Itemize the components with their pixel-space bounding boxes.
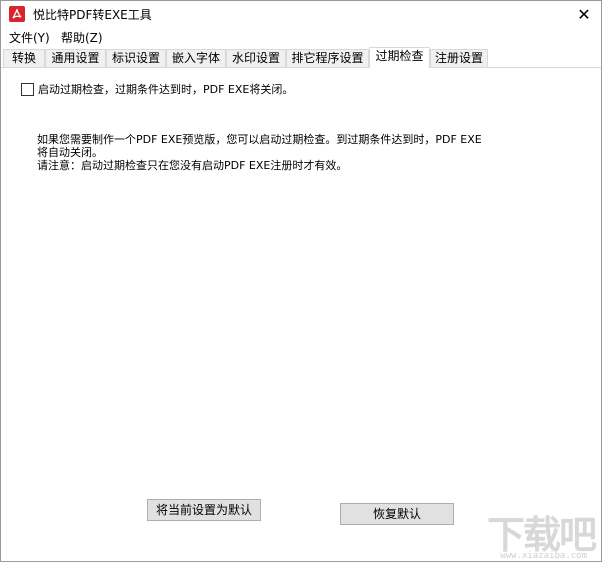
tab-embed-fonts[interactable]: 嵌入字体 xyxy=(166,49,226,67)
window-title: 悦比特PDF转EXE工具 xyxy=(33,8,152,22)
menu-file[interactable]: 文件(Y) xyxy=(9,29,50,46)
tab-identity-settings[interactable]: 标识设置 xyxy=(106,49,166,67)
set-as-default-button[interactable]: 将当前设置为默认 xyxy=(147,499,261,521)
tab-convert[interactable]: 转换 xyxy=(3,49,45,67)
expiry-check-panel: 启动过期检查，过期条件达到时，PDF EXE将关闭。 如果您需要制作一个PDF … xyxy=(1,68,601,561)
expiry-checkbox[interactable] xyxy=(21,82,34,96)
info-paragraph: 如果您需要制作一个PDF EXE预览版，您可以启动过期检查。到过期条件达到时，P… xyxy=(37,133,482,159)
expiry-checkbox-label: 启动过期检查，过期条件达到时，PDF EXE将关闭。 xyxy=(38,83,294,96)
close-icon: ✕ xyxy=(577,4,591,24)
menu-help[interactable]: 帮助(Z) xyxy=(61,29,103,46)
tab-exclusive-program-settings[interactable]: 排它程序设置 xyxy=(286,49,369,67)
info-note: 请注意：启动过期检查只在您没有启动PDF EXE注册时才有效。 xyxy=(37,159,348,172)
tab-registration-settings[interactable]: 注册设置 xyxy=(430,49,488,67)
expiry-check-option[interactable]: 启动过期检查，过期条件达到时，PDF EXE将关闭。 xyxy=(21,81,293,97)
site-watermark-url: www.xiazaiba.com xyxy=(500,551,587,561)
tab-expiry-check[interactable]: 过期检查 xyxy=(369,47,430,68)
menu-bar: 文件(Y) 帮助(Z) xyxy=(1,27,601,47)
title-bar: 悦比特PDF转EXE工具 ✕ xyxy=(1,1,601,27)
tab-general-settings[interactable]: 通用设置 xyxy=(45,49,106,67)
pdf-app-icon xyxy=(9,6,25,22)
app-window: 悦比特PDF转EXE工具 ✕ 文件(Y) 帮助(Z) 转换 通用设置 标识设置 … xyxy=(0,0,602,562)
tab-strip: 转换 通用设置 标识设置 嵌入字体 水印设置 排它程序设置 过期检查 注册设置 xyxy=(1,47,601,68)
restore-default-button[interactable]: 恢复默认 xyxy=(340,503,454,525)
tab-watermark-settings[interactable]: 水印设置 xyxy=(226,49,286,67)
expiry-info-text: 如果您需要制作一个PDF EXE预览版，您可以启动过期检查。到过期条件达到时，P… xyxy=(37,133,487,172)
close-button[interactable]: ✕ xyxy=(567,1,601,27)
